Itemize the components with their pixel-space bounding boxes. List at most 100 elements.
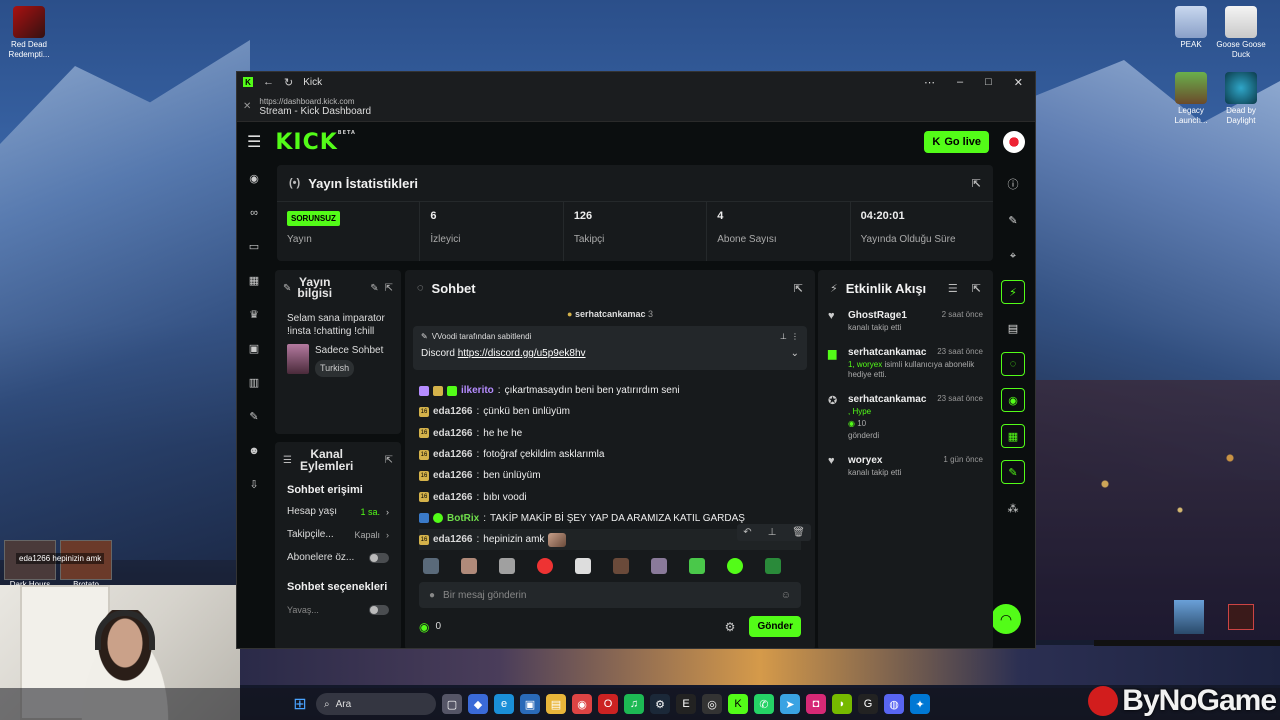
task-view-icon[interactable]: ▢	[442, 694, 462, 714]
followers-only-row[interactable]: Takipçile... Kapalı ›	[275, 523, 401, 546]
url-text[interactable]: https://dashboard.kick.com	[259, 97, 371, 106]
settings-taskbar-icon[interactable]: ✦	[910, 694, 930, 714]
epic-icon[interactable]: E	[676, 694, 696, 714]
edit-icon[interactable]: ✎	[1001, 208, 1025, 232]
desktop-icon-dbd[interactable]: Dead by Daylight	[1212, 72, 1270, 126]
emoji-icon[interactable]: ☺	[781, 590, 791, 601]
popout-icon[interactable]: ⇱	[385, 283, 393, 294]
broadcast-tool-icon[interactable]: ◉	[1001, 388, 1025, 412]
g-app-icon[interactable]: G	[858, 694, 878, 714]
obs-icon[interactable]: ◎	[702, 694, 722, 714]
instagram-icon[interactable]: ◘	[806, 694, 826, 714]
popout-icon[interactable]: ⇱	[972, 282, 981, 295]
explorer-icon[interactable]: ▤	[546, 694, 566, 714]
activity-event[interactable]: ♥ GhostRage1 2 saat önce kanalı takip ett…	[818, 306, 993, 337]
copilot-icon[interactable]: ◆	[468, 694, 488, 714]
close-tab-icon[interactable]: ✕	[243, 101, 251, 112]
whatsapp-icon[interactable]: ✆	[754, 694, 774, 714]
gear-icon[interactable]: ⚙	[725, 620, 736, 634]
edit-icon[interactable]: ✎	[370, 283, 378, 294]
layout-icon[interactable]: ▦	[1001, 424, 1025, 448]
edge-icon[interactable]: e	[494, 694, 514, 714]
spotify-icon[interactable]: ♫	[624, 694, 644, 714]
info-icon[interactable]: ⓘ	[1001, 172, 1025, 196]
popout-icon[interactable]: ⇱	[794, 282, 803, 295]
share-icon[interactable]: ⁂	[1001, 496, 1025, 520]
emote-frog-icon[interactable]	[689, 558, 705, 575]
telegram-icon[interactable]: ➤	[780, 694, 800, 714]
bolt-icon[interactable]: ⚡	[1001, 280, 1025, 304]
close-icon[interactable]: ✕	[1014, 76, 1023, 89]
chat-message[interactable]: 16 eda1266: ben ünlüyüm	[419, 465, 801, 486]
emote-face-icon[interactable]	[613, 558, 629, 575]
emote-cat-icon[interactable]	[461, 558, 477, 575]
trophy-icon[interactable]: ♛	[247, 308, 261, 322]
menu-icon[interactable]: ☰	[247, 132, 261, 152]
desktop-icon-rdr[interactable]: Red Dead Redempti...	[0, 6, 58, 60]
emote-cat2-icon[interactable]	[499, 558, 515, 575]
windows-start-icon[interactable]: ⊞	[290, 694, 310, 714]
scan-icon[interactable]: ⌖	[1001, 244, 1025, 268]
nvidia-icon[interactable]: ◗	[832, 694, 852, 714]
kick-logo[interactable]: KICKBETA	[275, 130, 356, 155]
back-icon[interactable]: ←	[263, 76, 274, 88]
emote-face2-icon[interactable]	[651, 558, 667, 575]
document-icon[interactable]: ▤	[1001, 316, 1025, 340]
minimize-icon[interactable]: –	[957, 76, 963, 89]
wrench-icon[interactable]: ✎	[247, 410, 261, 424]
subscribers-only-toggle[interactable]	[369, 552, 389, 563]
chrome-icon[interactable]: ◉	[572, 694, 592, 714]
slow-mode-toggle[interactable]	[369, 605, 389, 615]
chart-icon[interactable]: ▥	[247, 376, 261, 390]
account-age-row[interactable]: Hesap yaşı 1 sa. ›	[275, 500, 401, 523]
store-icon[interactable]: ▣	[520, 694, 540, 714]
user-avatar[interactable]	[1003, 131, 1025, 153]
tool-icon[interactable]: ✎	[1001, 460, 1025, 484]
steam-icon[interactable]: ⚙	[650, 694, 670, 714]
emote-green-icon[interactable]	[765, 558, 781, 575]
kick-taskbar-icon[interactable]: K	[728, 694, 748, 714]
emote-1-icon[interactable]	[423, 558, 439, 575]
download-icon[interactable]: ⇩	[247, 478, 261, 492]
taskbar-search[interactable]: ⌕ Ara	[316, 693, 436, 715]
activity-event[interactable]: ♥ woryex 1 gün önce kanalı takip etti	[818, 451, 993, 482]
chat-input[interactable]: ● Bir mesaj gönderin ☺	[419, 582, 801, 609]
send-button[interactable]: Gönder	[749, 616, 801, 638]
discord-icon[interactable]: ◍	[884, 694, 904, 714]
emote-red-icon[interactable]	[537, 558, 553, 575]
reply-icon[interactable]: ↶	[743, 527, 751, 538]
delete-icon[interactable]: 🗑	[792, 527, 805, 538]
analytics-icon[interactable]: ▦	[247, 274, 261, 288]
chat-message[interactable]: 16 eda1266: çünkü ben ünlüyüm	[419, 401, 801, 422]
pin-icon[interactable]: ⊥	[768, 527, 777, 538]
users-icon[interactable]: ☻	[247, 444, 261, 458]
link-icon[interactable]: ∞	[247, 206, 261, 220]
maximize-icon[interactable]: □	[985, 76, 992, 89]
filter-icon[interactable]: ☰	[948, 282, 958, 295]
activity-event[interactable]: ▆ serhatcankamac 23 saat önce 1, woryex i…	[818, 343, 993, 384]
opera-icon[interactable]: O	[598, 694, 618, 714]
chat-bubble-icon[interactable]: ◌	[1001, 352, 1025, 376]
more-vertical-icon[interactable]: ⋮	[791, 332, 799, 341]
unpin-icon[interactable]: ⊥	[780, 332, 787, 341]
popout-icon[interactable]: ⇱	[972, 177, 981, 190]
chat-message[interactable]: ilkerito: çıkartmasaydın beni ben yatırı…	[419, 380, 801, 401]
video-icon[interactable]: ▣	[247, 342, 261, 356]
go-live-button[interactable]: K Go live	[924, 131, 989, 153]
chat-message[interactable]: 16 eda1266: fotoğraf çekildim asklarımla	[419, 444, 801, 465]
chat-message[interactable]: 16 eda1266: bıbı voodi	[419, 486, 801, 507]
window-icon[interactable]: ▭	[247, 240, 261, 254]
refresh-icon[interactable]: ↻	[284, 76, 293, 89]
chat-options-heading: Sohbet seçenekleri	[287, 581, 388, 593]
more-icon[interactable]: ⋯	[924, 76, 935, 89]
desktop-icon-goose[interactable]: Goose Goose Duck	[1212, 6, 1270, 60]
chevron-down-icon[interactable]: ⌄	[791, 348, 799, 359]
activity-event[interactable]: ✪ serhatcankamac 23 saat önce , Hype ◉ 10…	[818, 390, 993, 445]
broadcast-icon[interactable]: ◉	[247, 172, 261, 186]
chat-message[interactable]: 16 eda1266: he he he	[419, 423, 801, 444]
popout-icon[interactable]: ⇱	[385, 455, 393, 466]
support-headset-button[interactable]: ◠	[991, 604, 1021, 634]
emote-ghost-icon[interactable]	[575, 558, 591, 575]
discord-link[interactable]: https://discord.gg/u5p9ek8hv	[458, 348, 586, 359]
emote-kick-icon[interactable]	[727, 558, 743, 575]
